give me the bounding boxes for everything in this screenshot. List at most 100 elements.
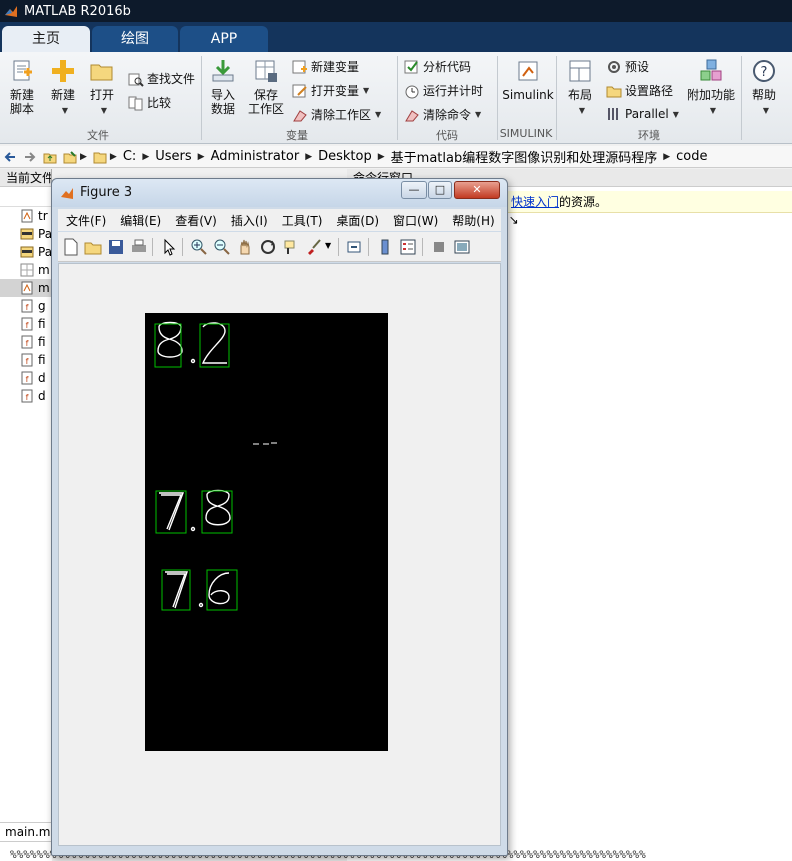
file-list-item[interactable]: f fi xyxy=(0,315,51,333)
save-icon[interactable] xyxy=(107,238,125,256)
tab-home[interactable]: 主页 xyxy=(2,26,90,52)
hide-plot-tools-icon[interactable] xyxy=(430,238,448,256)
brush-icon[interactable] xyxy=(305,238,323,256)
parallel-button[interactable]: Parallel ▼ xyxy=(606,106,679,122)
analyze-code-button[interactable]: 分析代码 xyxy=(404,58,471,75)
menu-help[interactable]: 帮助(H) xyxy=(452,212,494,229)
breadcrumb-code[interactable]: code xyxy=(676,149,707,164)
open-label: 打开 xyxy=(89,88,114,102)
chevron-down-icon: ▼ xyxy=(672,109,679,119)
segmented-digits-image xyxy=(154,321,277,611)
file-list-item[interactable]: Pa xyxy=(0,243,51,261)
back-arrow-icon[interactable] xyxy=(3,150,17,164)
layout-button[interactable]: 布局 ▼ xyxy=(562,58,598,118)
file-list-item[interactable]: tr xyxy=(0,207,51,225)
chevron-down-icon: ▼ xyxy=(363,86,370,95)
file-list-item[interactable]: m xyxy=(0,279,51,297)
file-list-item[interactable]: fd xyxy=(0,369,51,387)
help-button[interactable]: ? 帮助 ▼ xyxy=(748,58,780,118)
chevron-down-icon: ▼ xyxy=(578,106,586,115)
addons-button[interactable]: 附加功能 ▼ xyxy=(686,58,736,118)
file-list-item[interactable]: fg xyxy=(0,297,51,315)
menu-view[interactable]: 查看(V) xyxy=(175,212,217,229)
compare-button[interactable]: 比较 xyxy=(128,94,171,111)
chevron-down-icon[interactable]: ▼ xyxy=(325,241,331,250)
figure-canvas-area[interactable] xyxy=(58,263,501,846)
file-name: fi xyxy=(38,317,46,331)
data-cursor-icon[interactable] xyxy=(282,238,300,256)
file-list-column-header[interactable] xyxy=(0,187,51,207)
zoom-out-icon[interactable] xyxy=(213,238,231,256)
menu-desktop[interactable]: 桌面(D) xyxy=(336,212,379,229)
close-button[interactable]: ✕ xyxy=(454,181,500,199)
browse-folder-icon[interactable] xyxy=(63,150,77,164)
clear-workspace-label: 清除工作区 xyxy=(311,108,372,122)
set-path-button[interactable]: 设置路径 xyxy=(606,82,673,99)
simulink-button[interactable]: Simulink xyxy=(502,58,554,102)
image-axes[interactable] xyxy=(145,313,388,751)
file-name: Pa xyxy=(38,227,51,241)
new-button[interactable]: 新建 ▼ xyxy=(46,58,80,118)
forward-arrow-icon[interactable] xyxy=(23,150,37,164)
parallel-icon xyxy=(608,108,618,120)
rotate-3d-icon[interactable] xyxy=(259,238,277,256)
open-variable-button[interactable]: 打开变量 ▼ xyxy=(292,82,369,99)
getting-started-link[interactable]: 快速入门 xyxy=(511,195,559,209)
new-variable-button[interactable]: 新建变量 xyxy=(292,58,359,75)
menu-insert[interactable]: 插入(I) xyxy=(231,212,268,229)
menu-edit[interactable]: 编辑(E) xyxy=(120,212,161,229)
run-and-time-icon xyxy=(405,85,419,98)
breadcrumb-users[interactable]: Users xyxy=(155,149,191,164)
open-button[interactable]: 打开 ▼ xyxy=(86,58,118,118)
svg-text:f: f xyxy=(26,339,29,348)
file-list-item[interactable]: Pa xyxy=(0,225,51,243)
menu-window[interactable]: 窗口(W) xyxy=(393,212,438,229)
breadcrumb-project-folder[interactable]: 基于matlab编程数字图像识别和处理源码程序 xyxy=(391,147,658,166)
pan-hand-icon[interactable] xyxy=(236,238,254,256)
menu-file[interactable]: 文件(F) xyxy=(66,212,106,229)
maximize-button[interactable]: □ xyxy=(428,181,452,199)
svg-text:f: f xyxy=(26,393,29,402)
breadcrumb-administrator[interactable]: Administrator xyxy=(211,149,300,164)
up-folder-icon[interactable] xyxy=(43,150,57,164)
minimize-button[interactable]: — xyxy=(401,181,427,199)
legend-icon[interactable] xyxy=(399,238,417,256)
parallel-label: Parallel xyxy=(625,107,669,121)
tab-apps[interactable]: APP xyxy=(180,26,268,52)
figure-title-bar[interactable]: Figure 3 — □ ✕ xyxy=(52,179,507,207)
simulink-label: Simulink xyxy=(502,88,554,102)
ribbon-divider xyxy=(741,56,742,140)
file-name: m xyxy=(38,281,50,295)
import-data-button[interactable]: 导入 数据 xyxy=(206,58,240,116)
new-script-label-1: 新建 xyxy=(9,88,34,102)
new-script-button[interactable]: 新建 脚本 xyxy=(4,58,40,116)
set-path-icon xyxy=(606,86,622,97)
zoom-in-icon[interactable] xyxy=(190,238,208,256)
find-files-button[interactable]: 查找文件 xyxy=(128,70,195,87)
menu-tools[interactable]: 工具(T) xyxy=(282,212,323,229)
preferences-button[interactable]: 预设 xyxy=(606,58,649,75)
file-list-item[interactable]: m xyxy=(0,261,51,279)
clear-workspace-button[interactable]: 清除工作区 ▼ xyxy=(292,106,381,123)
colorbar-icon[interactable] xyxy=(376,238,394,256)
save-workspace-button[interactable]: 保存 工作区 xyxy=(246,58,286,116)
menu-overflow-icon[interactable]: ↘ xyxy=(509,213,519,227)
link-plot-icon[interactable] xyxy=(346,238,364,256)
jpg-file-icon xyxy=(20,246,34,258)
breadcrumb-c-drive[interactable]: C: xyxy=(123,149,136,164)
pointer-icon[interactable] xyxy=(160,238,178,256)
tab-plots[interactable]: 绘图 xyxy=(92,26,178,52)
open-file-icon[interactable] xyxy=(84,238,102,256)
show-plot-tools-icon[interactable] xyxy=(453,238,471,256)
run-and-time-button[interactable]: 运行并计时 xyxy=(404,82,483,99)
func-file-icon: f xyxy=(21,371,33,385)
find-files-label: 查找文件 xyxy=(147,72,196,86)
print-icon[interactable] xyxy=(130,238,148,256)
file-list-item[interactable]: fd xyxy=(0,387,51,405)
figure-window[interactable]: Figure 3 — □ ✕ 文件(F) 编辑(E) 查看(V) 插入(I) 工… xyxy=(51,178,519,856)
file-list-item[interactable]: f fi xyxy=(0,333,51,351)
clear-commands-button[interactable]: 清除命令 ▼ xyxy=(404,106,481,123)
new-figure-icon[interactable] xyxy=(62,238,80,256)
breadcrumb-desktop[interactable]: Desktop xyxy=(318,149,372,164)
file-list-item[interactable]: f fi xyxy=(0,351,51,369)
